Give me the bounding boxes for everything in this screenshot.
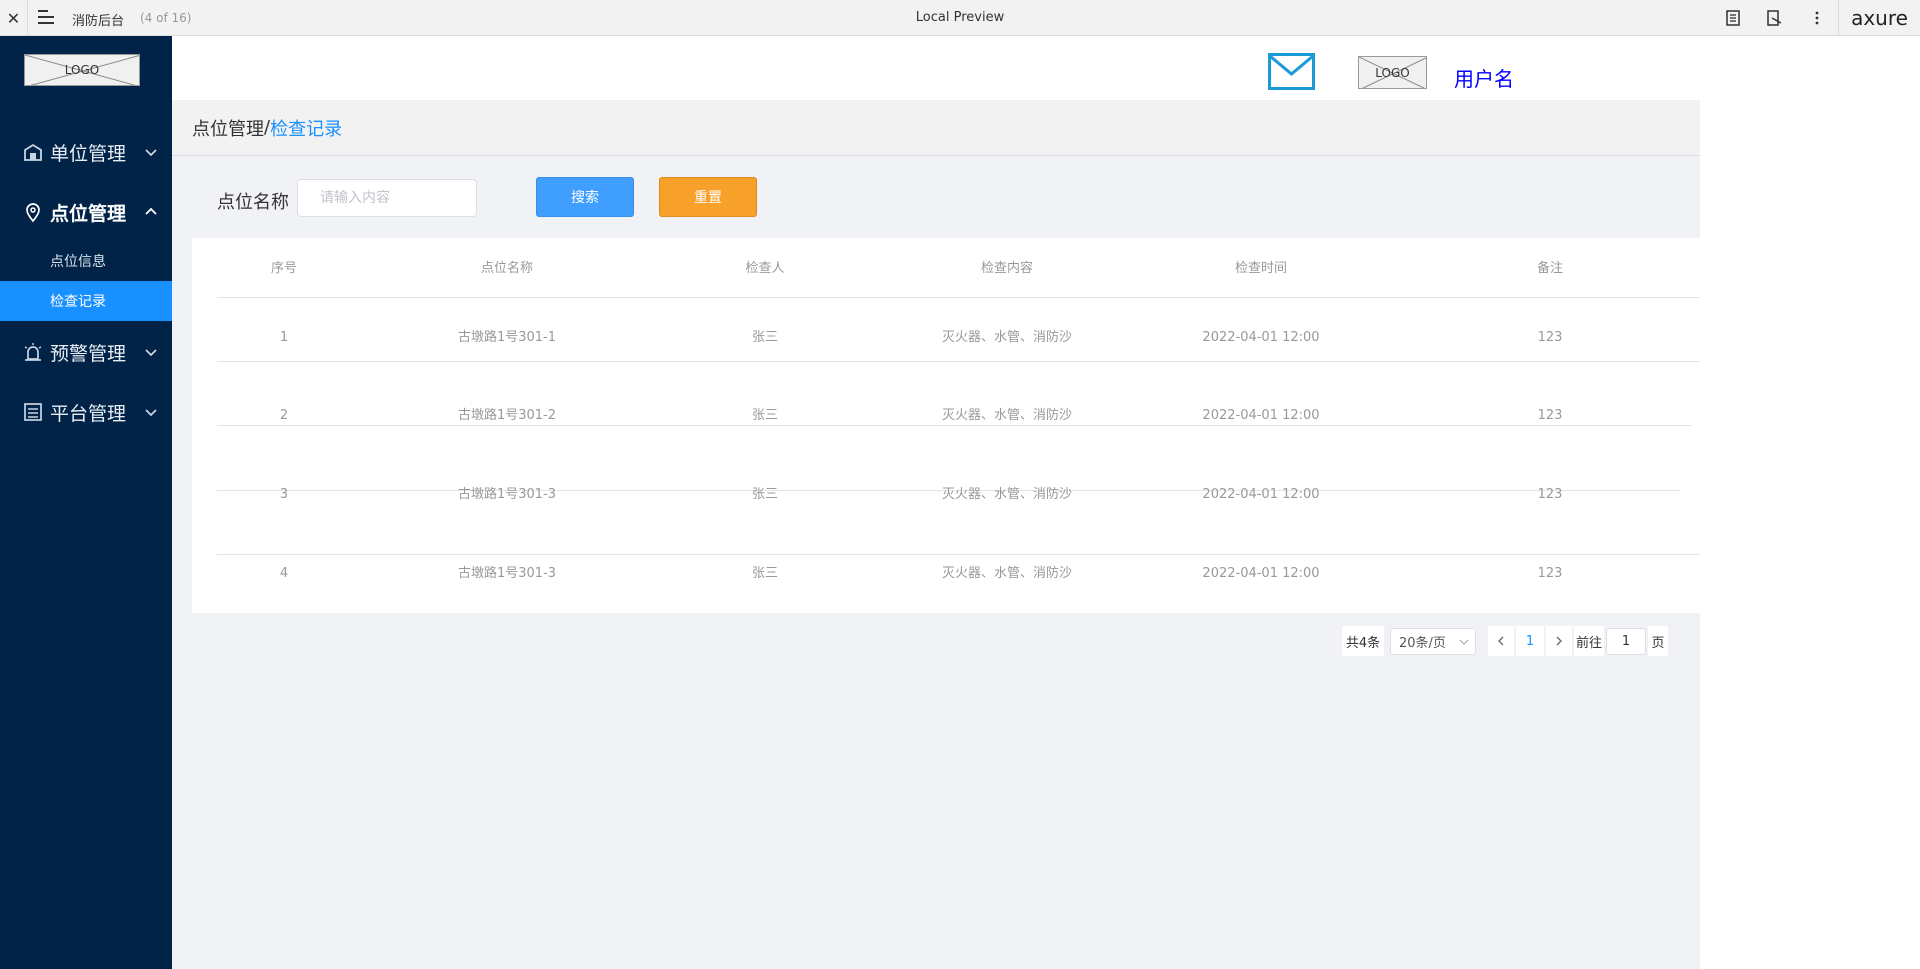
table-cell: 2 <box>279 408 289 423</box>
preview-toolbar: ✕ 消防后台 (4 of 16) Local Preview axure <box>0 0 1920 36</box>
location-pin-icon <box>26 203 40 223</box>
chevron-right-icon <box>1556 636 1562 646</box>
sidebar-logo: LOGO <box>24 54 140 86</box>
sidebar-item-unit[interactable]: 单位管理 <box>0 132 172 172</box>
column-header[interactable]: 序号 <box>174 258 394 280</box>
goto-label: 前往 <box>1574 626 1604 656</box>
row-divider <box>217 297 1700 298</box>
page-size-value: 20条/页 <box>1399 636 1446 651</box>
chevron-down-icon <box>145 349 157 357</box>
prev-page-button[interactable] <box>1488 626 1514 656</box>
table-cell: 张三 <box>751 487 778 502</box>
sidebar-subitem-point-info[interactable]: 点位信息 <box>0 241 172 281</box>
breadcrumb-current: 检查记录 <box>270 118 343 140</box>
chevron-down-icon <box>145 409 157 417</box>
chevron-down-icon <box>145 149 157 157</box>
sidebar-item-point[interactable]: 点位管理 <box>0 192 172 232</box>
sidebar-item-label: 预警管理 <box>50 342 127 365</box>
mail-icon[interactable] <box>1268 53 1315 90</box>
table-cell: 2022-04-01 12:00 <box>1202 487 1320 502</box>
page-size-select[interactable]: 20条/页 <box>1390 628 1476 655</box>
chevron-up-icon <box>145 207 157 215</box>
sidebar: LOGO 单位管理 点位管理 点位信息 检查记录 预警管理 平台管理 <box>0 36 172 969</box>
table-cell: 123 <box>1537 330 1563 345</box>
chevron-left-icon <box>1498 636 1504 646</box>
table-cell: 2022-04-01 12:00 <box>1202 566 1320 581</box>
page-word: 页 <box>1648 626 1668 656</box>
axure-logo: axure <box>1838 0 1920 36</box>
table-cell: 灭火器、水管、消防沙 <box>941 487 1072 502</box>
more-vertical-icon[interactable] <box>1808 9 1826 27</box>
sidebar-subitem-inspection-records[interactable]: 检查记录 <box>0 281 172 321</box>
table-cell: 古墩路1号301-3 <box>457 566 557 581</box>
next-page-button[interactable] <box>1546 626 1572 656</box>
column-header[interactable]: 检查内容 <box>897 258 1117 280</box>
sidebar-item-label: 点位管理 <box>50 202 127 225</box>
sidebar-item-platform[interactable]: 平台管理 <box>0 392 172 432</box>
table-cell: 古墩路1号301-1 <box>457 330 557 345</box>
page-number-current[interactable]: 1 <box>1516 626 1544 656</box>
sidebar-logo-text: LOGO <box>64 63 100 77</box>
table-cell: 123 <box>1537 487 1563 502</box>
chevron-down-icon <box>1459 639 1469 645</box>
preview-title: Local Preview <box>915 10 1005 25</box>
table-cell: 3 <box>279 487 289 502</box>
row-divider <box>217 361 1700 362</box>
inspect-icon[interactable] <box>1765 9 1783 27</box>
table-cell: 灭火器、水管、消防沙 <box>941 330 1072 345</box>
sidebar-item-label: 平台管理 <box>50 402 127 425</box>
table-cell: 2022-04-01 12:00 <box>1202 408 1320 423</box>
breadcrumb-parent[interactable]: 点位管理 <box>192 115 264 141</box>
row-divider <box>217 554 1700 555</box>
notes-icon[interactable] <box>1724 9 1742 27</box>
avatar-logo-text: LOGO <box>1375 65 1410 80</box>
search-button[interactable]: 搜索 <box>536 177 634 217</box>
records-table: 序号 点位名称 检查人 检查内容 检查时间 备注 1 古墩路1号301-1 张三 灭火器、水管、消… <box>192 238 1700 613</box>
table-cell: 123 <box>1537 566 1563 581</box>
filter-label: 点位名称 <box>217 192 289 213</box>
main-content: 点位管理/检查记录 点位名称 搜索 重置 序号点位名称检查人检查内容检查时间备注… <box>172 100 1700 969</box>
sidebar-item-label: 单位管理 <box>50 142 127 165</box>
alarm-icon <box>24 343 42 361</box>
table-cell: 灭火器、水管、消防沙 <box>941 566 1072 581</box>
column-header[interactable]: 点位名称 <box>397 258 617 280</box>
table-cell: 2022-04-01 12:00 <box>1202 330 1320 345</box>
username[interactable]: 用户名 <box>1454 63 1514 92</box>
building-icon <box>24 143 42 161</box>
reset-button[interactable]: 重置 <box>659 177 757 217</box>
goto-page-input[interactable]: 1 <box>1606 628 1646 655</box>
point-name-input[interactable] <box>297 179 477 217</box>
table-cell: 123 <box>1537 408 1563 423</box>
table-cell: 张三 <box>751 330 778 345</box>
column-header[interactable]: 备注 <box>1440 258 1660 280</box>
column-header[interactable]: 检查人 <box>655 258 875 280</box>
sidebar-item-alarm[interactable]: 预警管理 <box>0 332 172 372</box>
column-header[interactable]: 检查时间 <box>1151 258 1371 280</box>
table-cell: 灭火器、水管、消防沙 <box>941 408 1072 423</box>
table-cell: 1 <box>279 330 289 345</box>
table-cell: 张三 <box>751 566 778 581</box>
table-cell: 古墩路1号301-3 <box>457 487 557 502</box>
table-cell: 4 <box>279 566 289 581</box>
table-cell: 张三 <box>751 408 778 423</box>
breadcrumb: 点位管理 / 检查记录 <box>172 100 1700 156</box>
document-list-icon <box>24 403 42 421</box>
avatar[interactable]: LOGO <box>1358 56 1427 89</box>
pagination-total: 共4条 <box>1342 626 1384 656</box>
table-cell: 古墩路1号301-2 <box>457 408 557 423</box>
